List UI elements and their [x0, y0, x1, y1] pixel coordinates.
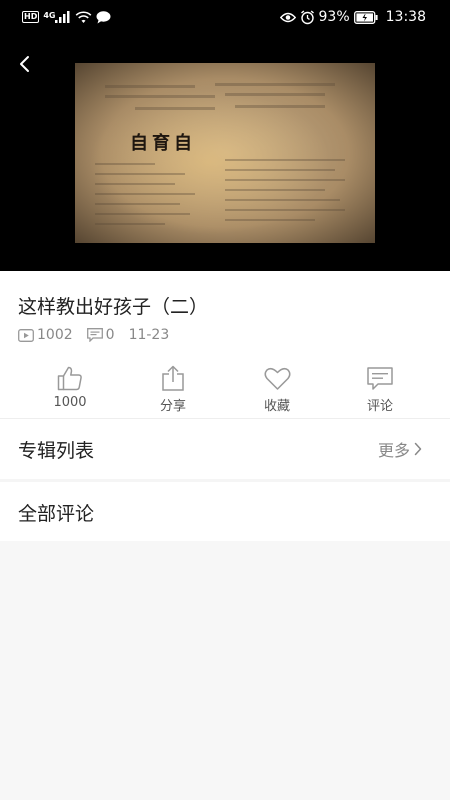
video-meta: 1002 0 11-23: [18, 327, 183, 343]
back-button[interactable]: [12, 52, 36, 76]
battery-icon: [353, 10, 378, 24]
play-count-value: 1002: [37, 327, 73, 343]
share-button[interactable]: 分享: [128, 361, 218, 414]
hd-icon: HD: [22, 11, 40, 23]
video-caption: 自育自: [130, 133, 196, 154]
comment-button[interactable]: 评论: [335, 361, 425, 414]
signal-icon: 4G: [43, 11, 71, 23]
message-icon: [96, 10, 111, 24]
thumbs-up-icon: [57, 366, 82, 391]
alarm-icon: [300, 9, 315, 25]
battery-percent: 93%: [318, 9, 350, 25]
video-title: 这样教出好孩子（二）: [18, 296, 209, 318]
more-link[interactable]: 更多: [378, 437, 422, 461]
status-left: HD 4G: [22, 10, 111, 24]
share-icon: [162, 365, 184, 391]
content-panel: 这样教出好孩子（二） 1002 0 11-23 1000 分享 收藏 评论 专辑…: [0, 271, 450, 541]
wifi-icon: [75, 10, 92, 24]
all-comments-title: 全部评论: [18, 502, 95, 525]
play-count: 1002: [18, 327, 73, 343]
comment-icon: [367, 367, 393, 390]
video-player[interactable]: 自育自: [0, 34, 450, 271]
all-comments-row: 全部评论: [0, 482, 450, 542]
eye-icon: [279, 12, 296, 23]
album-list-row[interactable]: 专辑列表 更多: [0, 419, 450, 479]
like-count: 1000: [53, 395, 87, 410]
share-label: 分享: [159, 399, 186, 414]
status-right: 93% 13:38: [279, 9, 426, 25]
network-type-label: 4G: [43, 11, 56, 20]
comment-count: 0: [86, 327, 115, 343]
album-list-title: 专辑列表: [18, 439, 95, 462]
comment-count-icon: [86, 328, 103, 342]
chevron-right-icon: [414, 442, 422, 456]
like-button[interactable]: 1000: [25, 361, 115, 410]
comment-label: 评论: [366, 399, 393, 414]
favorite-button[interactable]: 收藏: [232, 361, 322, 414]
heart-icon: [264, 367, 290, 390]
comment-count-value: 0: [105, 327, 115, 343]
action-bar: 1000 分享 收藏 评论: [0, 361, 450, 417]
favorite-label: 收藏: [263, 399, 290, 414]
publish-date: 11-23: [128, 327, 170, 343]
play-count-icon: [18, 328, 34, 342]
back-arrow-icon: [20, 56, 29, 72]
clock-time: 13:38: [385, 9, 426, 25]
video-thumbnail[interactable]: 自育自: [75, 63, 375, 243]
status-bar: HD 4G 93% 13:38: [0, 0, 450, 34]
more-label: 更多: [377, 441, 410, 460]
